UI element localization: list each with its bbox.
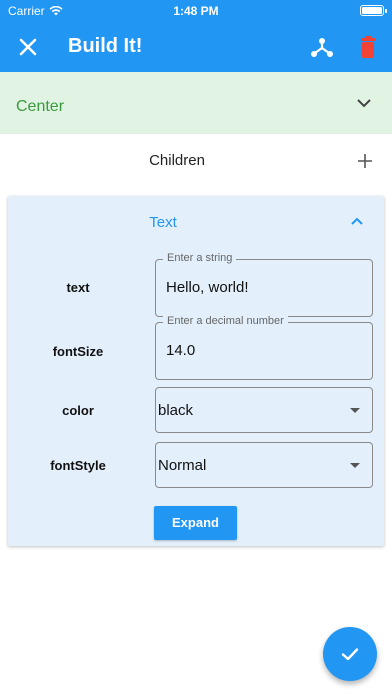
widget-tree-icon[interactable] — [308, 33, 336, 61]
close-icon[interactable] — [14, 33, 42, 61]
page-title: Build It! — [68, 35, 143, 57]
chevron-down-icon[interactable] — [355, 96, 373, 110]
dropdown-arrow-icon — [350, 408, 360, 413]
fontstyle-select[interactable]: Normal — [155, 442, 373, 488]
text-widget-card: Text text Enter a string Hello, world! f… — [8, 196, 384, 546]
children-row: Children — [0, 134, 392, 192]
check-icon — [341, 648, 359, 661]
center-label: Center — [16, 98, 65, 115]
status-time: 1:48 PM — [173, 4, 219, 18]
center-widget-row[interactable]: Center — [0, 72, 392, 134]
fontstyle-select-value: Normal — [158, 457, 207, 474]
text-widget-header[interactable]: Text — [8, 214, 318, 231]
children-label: Children — [149, 152, 205, 169]
fontsize-field[interactable]: Enter a decimal number 14.0 — [155, 315, 373, 380]
color-property-label: color — [62, 403, 94, 418]
color-select-value: black — [158, 402, 194, 419]
text-property-label: text — [66, 280, 90, 295]
delete-icon[interactable] — [354, 33, 382, 61]
fontsize-field-value[interactable]: 14.0 — [166, 342, 195, 359]
text-field-value[interactable]: Hello, world! — [166, 279, 249, 296]
text-value-field[interactable]: Enter a string Hello, world! — [155, 252, 373, 317]
fontsize-property-label: fontSize — [52, 344, 104, 359]
status-bar: Carrier 1:48 PM — [0, 0, 392, 22]
dropdown-arrow-icon — [350, 463, 360, 468]
chevron-up-icon[interactable] — [350, 216, 364, 226]
expand-button[interactable]: Expand — [154, 506, 237, 540]
app-bar: Build It! — [0, 22, 392, 72]
text-field-hint: Enter a string — [163, 252, 237, 264]
fontstyle-property-label: fontStyle — [50, 458, 106, 473]
confirm-fab[interactable] — [323, 627, 377, 681]
add-child-icon[interactable] — [355, 151, 375, 171]
fontsize-field-hint: Enter a decimal number — [163, 315, 288, 327]
color-select[interactable]: black — [155, 387, 373, 433]
battery-icon — [360, 5, 387, 16]
